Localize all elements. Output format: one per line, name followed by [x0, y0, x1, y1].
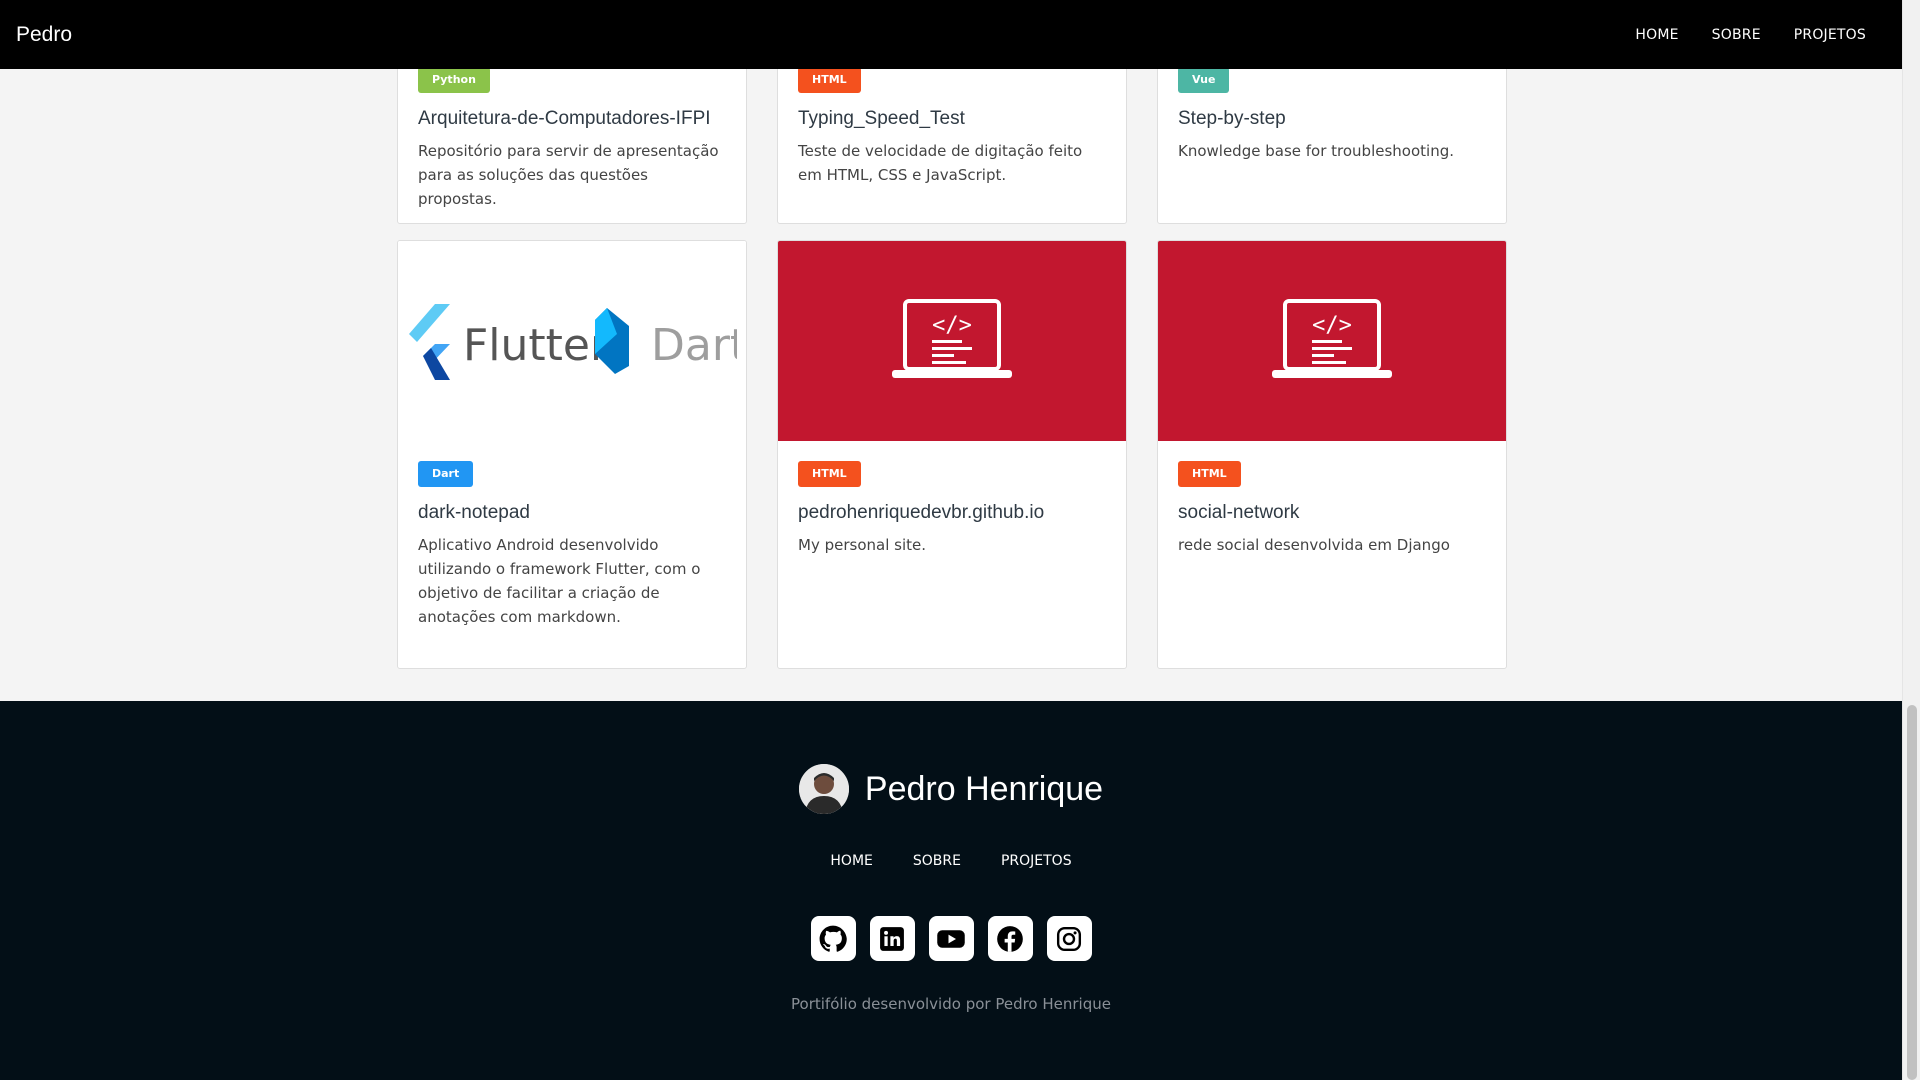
project-title[interactable]: Step-by-step	[1178, 107, 1486, 131]
project-title[interactable]: dark-notepad	[418, 501, 726, 525]
flutter-dart-logo: Flutter Dart	[409, 304, 737, 380]
nav-sobre-link[interactable]: SOBRE	[1712, 27, 1761, 43]
avatar	[798, 764, 849, 814]
footer: Pedro Henrique HOME SOBRE PROJETOS Porti…	[0, 701, 1902, 1080]
footer-name: Pedro Henrique	[864, 769, 1104, 808]
project-card[interactable]: Python Arquitetura-de-Computadores-IFPI …	[397, 50, 747, 224]
page-scrollbar[interactable]	[1902, 0, 1920, 1080]
svg-text:</>: </>	[1312, 313, 1352, 338]
youtube-link[interactable]	[928, 916, 974, 961]
projects-section: Python Arquitetura-de-Computadores-IFPI …	[0, 0, 1902, 701]
github-icon	[819, 925, 847, 952]
laptop-code-icon: </>	[892, 299, 1012, 378]
project-card[interactable]: </> HTML pedrohenriquedevbr.github.io My…	[777, 240, 1127, 669]
project-title[interactable]: Arquitetura-de-Computadores-IFPI	[418, 107, 726, 131]
svg-text:Flutter: Flutter	[463, 320, 609, 371]
language-badge: HTML	[798, 67, 861, 93]
github-link[interactable]	[810, 916, 856, 961]
facebook-link[interactable]	[987, 916, 1033, 961]
language-badge: HTML	[1178, 461, 1241, 487]
facebook-icon	[997, 925, 1023, 952]
footer-projetos-link[interactable]: PROJETOS	[1001, 853, 1072, 869]
social-links	[0, 916, 1902, 961]
project-title[interactable]: Typing_Speed_Test	[798, 107, 1106, 131]
project-description: Teste de velocidade de digitação feito e…	[798, 142, 1083, 184]
project-thumbnail: Flutter Dart	[398, 241, 746, 441]
language-badge: HTML	[798, 461, 861, 487]
svg-text:</>: </>	[932, 313, 972, 338]
profile-photo-icon	[798, 764, 849, 814]
project-description: Knowledge base for troubleshooting.	[1178, 142, 1454, 160]
instagram-icon	[1056, 926, 1082, 951]
footer-sobre-link[interactable]: SOBRE	[913, 853, 961, 869]
project-thumbnail: </>	[1158, 241, 1506, 441]
project-card[interactable]: </> HTML social-network rede social dese…	[1157, 240, 1507, 669]
linkedin-icon	[880, 926, 904, 951]
footer-identity: Pedro Henrique	[0, 764, 1902, 814]
language-badge: Dart	[418, 461, 474, 487]
svg-text:Dart: Dart	[651, 320, 737, 371]
footer-nav: HOME SOBRE PROJETOS	[0, 853, 1902, 869]
nav-home-link[interactable]: HOME	[1635, 27, 1678, 43]
language-badge: Python	[418, 67, 490, 93]
project-title[interactable]: pedrohenriquedevbr.github.io	[798, 501, 1106, 525]
project-card[interactable]: Flutter Dart Dart dark-notepad Aplicativ…	[397, 240, 747, 669]
project-description: My personal site.	[798, 536, 926, 554]
scrollbar-thumb[interactable]	[1907, 705, 1917, 1080]
project-description: Aplicativo Android desenvolvido utilizan…	[418, 536, 701, 626]
language-badge: Vue	[1178, 67, 1230, 93]
instagram-link[interactable]	[1046, 916, 1092, 961]
laptop-code-icon: </>	[1272, 299, 1392, 378]
project-thumbnail: </>	[778, 241, 1126, 441]
footer-home-link[interactable]: HOME	[830, 853, 872, 869]
project-description: Repositório para servir de apresentação …	[418, 142, 719, 208]
footer-credit: Portifólio desenvolvido por Pedro Henriq…	[791, 995, 1111, 1013]
project-title[interactable]: social-network	[1178, 501, 1486, 525]
project-description: rede social desenvolvida em Django	[1178, 536, 1450, 554]
project-card[interactable]: Vue Step-by-step Knowledge base for trou…	[1157, 50, 1507, 224]
nav-links: HOME SOBRE PROJETOS	[1602, 27, 1866, 43]
top-navbar: Pedro HOME SOBRE PROJETOS	[0, 0, 1902, 69]
nav-projetos-link[interactable]: PROJETOS	[1794, 27, 1866, 43]
project-card[interactable]: HTML Typing_Speed_Test Teste de velocida…	[777, 50, 1127, 224]
brand-link[interactable]: Pedro	[16, 23, 72, 47]
youtube-icon	[937, 929, 965, 948]
linkedin-link[interactable]	[869, 916, 915, 961]
